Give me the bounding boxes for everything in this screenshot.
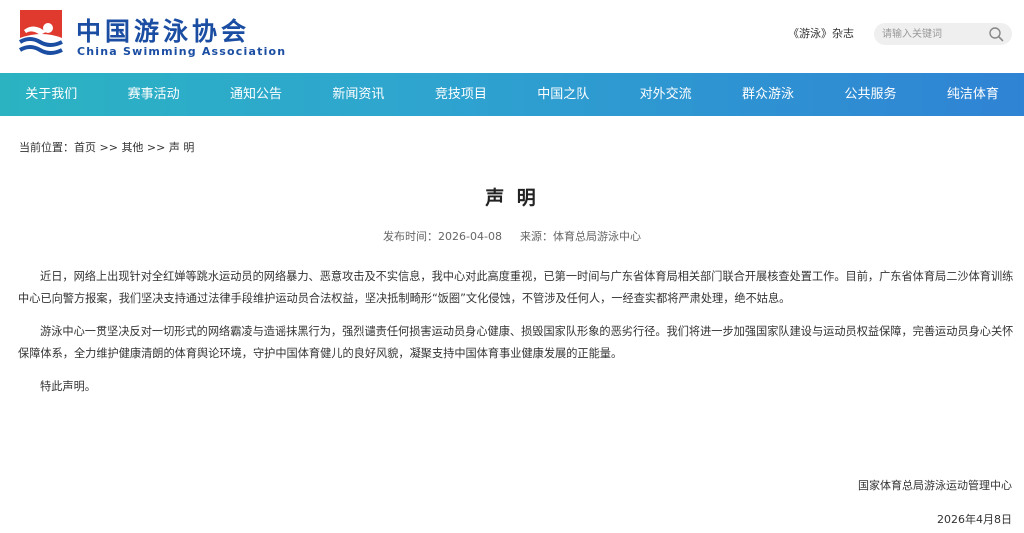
- nav-item-public-service[interactable]: 公共服务: [819, 73, 921, 116]
- article-title: 声 明: [485, 187, 539, 209]
- signature-org: 国家体育总局游泳运动管理中心: [858, 479, 1012, 492]
- nav-item-news[interactable]: 新闻资讯: [307, 73, 409, 116]
- source-label: 来源：: [519, 230, 553, 243]
- site-logo[interactable]: 中国游泳协会 China Swimming Association: [18, 8, 285, 64]
- article-source: 体育总局游泳中心: [552, 230, 641, 243]
- swimmer-logo-icon: [18, 10, 63, 55]
- nav-item-international[interactable]: 对外交流: [614, 73, 716, 116]
- breadcrumb-other[interactable]: 其他: [121, 141, 143, 154]
- search-input[interactable]: [882, 26, 986, 42]
- publish-label: 发布时间：: [383, 230, 439, 243]
- magazine-link[interactable]: 《游泳》杂志: [788, 25, 854, 41]
- publish-date: 2026-04-08: [438, 230, 502, 243]
- nav-item-events[interactable]: 赛事活动: [102, 73, 204, 116]
- nav-item-mass-swimming[interactable]: 群众游泳: [717, 73, 819, 116]
- signature-date: 2026年4月8日: [937, 513, 1012, 526]
- nav-item-china-team[interactable]: 中国之队: [512, 73, 614, 116]
- breadcrumb: 当前位置：首页 >> 其他 >> 声 明: [19, 139, 194, 155]
- article-paragraph: 游泳中心一贯坚决反对一切形式的网络霸凌与造谣抹黑行为，强烈谴责任何损害运动员身心…: [18, 325, 1014, 360]
- search-box: [874, 23, 1012, 45]
- site-header: 中国游泳协会 China Swimming Association 《游泳》杂志: [0, 0, 1024, 73]
- logo-title-en: China Swimming Association: [77, 45, 287, 58]
- main-nav: 关于我们 赛事活动 通知公告 新闻资讯 竞技项目 中国之队 对外交流 群众游泳 …: [0, 73, 1024, 116]
- breadcrumb-separator: >>: [143, 141, 169, 154]
- breadcrumb-current: 声 明: [168, 141, 195, 154]
- nav-item-competitive[interactable]: 竞技项目: [410, 73, 512, 116]
- article-meta: 发布时间：2026-04-08 来源：体育总局游泳中心: [0, 228, 1024, 244]
- article-paragraph: 近日，网络上出现针对全红婵等跳水运动员的网络暴力、恶意攻击及不实信息，我中心对此…: [18, 270, 1014, 305]
- breadcrumb-separator: >>: [96, 141, 122, 154]
- nav-item-clean-sport[interactable]: 纯洁体育: [922, 73, 1024, 116]
- search-icon[interactable]: [988, 26, 1004, 42]
- logo-title-cn: 中国游泳协会: [76, 17, 251, 46]
- article-paragraph: 特此声明。: [40, 380, 96, 393]
- breadcrumb-home[interactable]: 首页: [74, 141, 96, 154]
- nav-item-notices[interactable]: 通知公告: [205, 73, 307, 116]
- nav-item-about[interactable]: 关于我们: [0, 73, 102, 116]
- breadcrumb-label: 当前位置：: [19, 141, 74, 154]
- article-body: 近日，网络上出现针对全红婵等跳水运动员的网络暴力、恶意攻击及不实信息，我中心对此…: [18, 266, 1014, 409]
